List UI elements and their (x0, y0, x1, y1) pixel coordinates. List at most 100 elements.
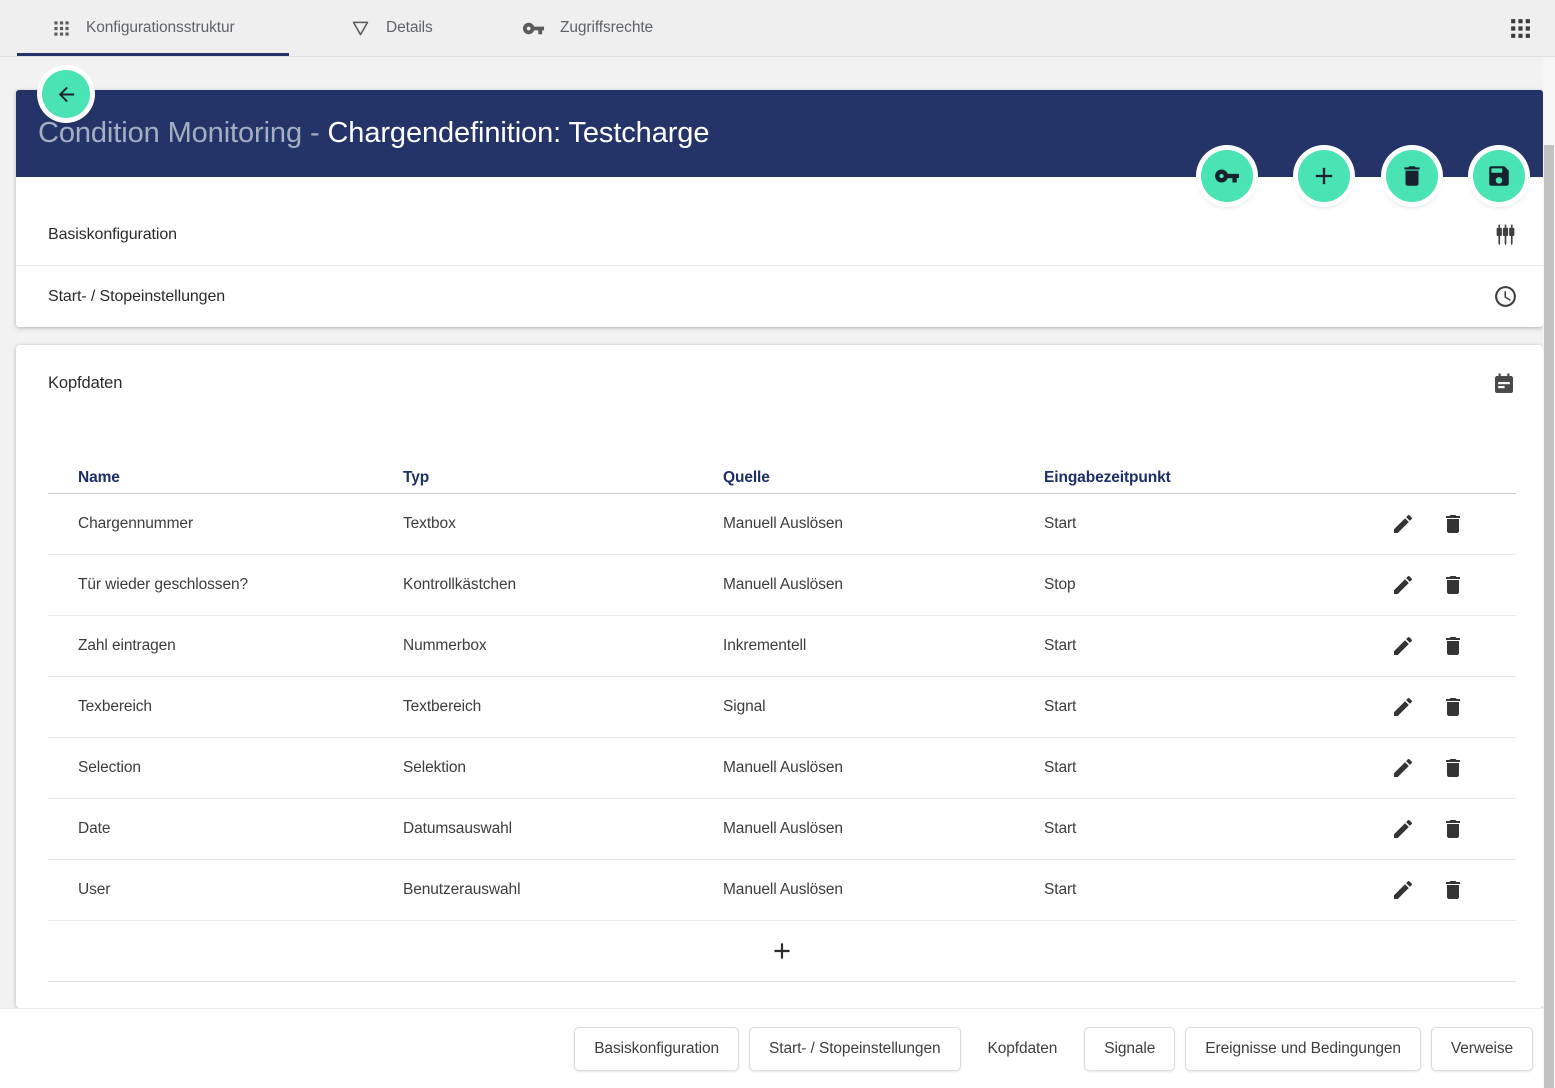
scrollbar-thumb[interactable] (1544, 145, 1554, 1088)
column-header-typ: Typ (403, 469, 723, 487)
section-basiskonfiguration[interactable]: Basiskonfiguration (16, 205, 1543, 266)
delete-row-button[interactable] (1441, 695, 1465, 719)
delete-row-button[interactable] (1441, 573, 1465, 597)
cell-eingabezeitpunkt: Start (1044, 820, 1344, 838)
cell-eingabezeitpunkt: Start (1044, 759, 1344, 777)
cell-typ: Textbox (403, 515, 723, 533)
cell-eingabezeitpunkt: Start (1044, 881, 1344, 899)
cell-name: Selection (48, 759, 403, 777)
column-header-name: Name (48, 469, 403, 487)
cell-quelle: Manuell Auslösen (723, 576, 1044, 594)
cell-name: Tür wieder geschlossen? (48, 576, 403, 594)
edit-row-button[interactable] (1391, 512, 1415, 536)
table-row: Tür wieder geschlossen? Kontrollkästchen… (48, 555, 1516, 616)
main-card: Condition Monitoring - Chargendefinition… (16, 90, 1543, 327)
section-label: Basiskonfiguration (48, 226, 177, 244)
pencil-icon (1391, 634, 1415, 658)
trash-icon (1441, 817, 1465, 841)
page-title: Chargendefinition: Testcharge (327, 117, 709, 150)
table-row: Date Datumsauswahl Manuell Auslösen Star… (48, 799, 1516, 860)
cell-typ: Nummerbox (403, 637, 723, 655)
bottom-nav-start-stopeinstellungen[interactable]: Start- / Stopeinstellungen (749, 1027, 960, 1071)
bottom-nav-basiskonfiguration[interactable]: Basiskonfiguration (574, 1027, 739, 1071)
save-icon (1486, 163, 1512, 189)
trash-icon (1441, 573, 1465, 597)
edit-row-button[interactable] (1391, 756, 1415, 780)
cell-quelle: Manuell Auslösen (723, 759, 1044, 777)
tab-label: Konfigurationsstruktur (86, 19, 235, 37)
cell-name: Texbereich (48, 698, 403, 716)
cell-eingabezeitpunkt: Start (1044, 698, 1344, 716)
table-row: Zahl eintragen Nummerbox Inkrementell St… (48, 616, 1516, 677)
delete-row-button[interactable] (1441, 634, 1465, 658)
delete-row-button[interactable] (1441, 817, 1465, 841)
vertical-scrollbar (1543, 57, 1555, 1088)
cell-name: Date (48, 820, 403, 838)
kopfdaten-card: Kopfdaten Name Typ Quelle Eingabezeitpun… (16, 345, 1543, 1008)
page-title-prefix: Condition Monitoring - (38, 117, 327, 150)
edit-row-button[interactable] (1391, 817, 1415, 841)
key-icon (1214, 163, 1240, 189)
tab-label: Zugriffsrechte (560, 19, 653, 37)
trash-icon (1441, 695, 1465, 719)
edit-row-button[interactable] (1391, 634, 1415, 658)
cell-name: Zahl eintragen (48, 637, 403, 655)
cell-eingabezeitpunkt: Start (1044, 637, 1344, 655)
tab-zugriffsrechte[interactable]: Zugriffsrechte (522, 0, 653, 56)
cell-quelle: Signal (723, 698, 1044, 716)
tab-details[interactable]: Details (350, 0, 433, 56)
cell-quelle: Inkrementell (723, 637, 1044, 655)
tab-konfigurationsstruktur[interactable]: Konfigurationsstruktur (52, 0, 235, 56)
edit-row-button[interactable] (1391, 573, 1415, 597)
pencil-icon (1391, 878, 1415, 902)
trash-icon (1441, 512, 1465, 536)
pencil-icon (1391, 817, 1415, 841)
active-tab-indicator (17, 53, 289, 56)
trash-icon (1441, 756, 1465, 780)
trash-icon (1399, 163, 1425, 189)
cell-typ: Kontrollkästchen (403, 576, 723, 594)
bottom-nav-kopfdaten[interactable]: Kopfdaten (971, 1027, 1075, 1071)
delete-row-button[interactable] (1441, 512, 1465, 536)
permissions-button[interactable] (1201, 150, 1253, 202)
cell-typ: Textbereich (403, 698, 723, 716)
sliders-icon (1493, 223, 1518, 248)
edit-row-button[interactable] (1391, 878, 1415, 902)
funnel-icon (350, 18, 371, 39)
tab-label: Details (386, 19, 433, 37)
column-header-eingabezeitpunkt: Eingabezeitpunkt (1044, 469, 1344, 487)
cell-eingabezeitpunkt: Stop (1044, 576, 1344, 594)
delete-row-button[interactable] (1441, 878, 1465, 902)
trash-icon (1441, 634, 1465, 658)
top-tab-bar: Konfigurationsstruktur Details Zugriffsr… (0, 0, 1555, 57)
bottom-bar: BasiskonfigurationStart- / Stopeinstellu… (0, 1008, 1555, 1088)
table-row: User Benutzerauswahl Manuell Auslösen St… (48, 860, 1516, 921)
cell-typ: Benutzerauswahl (403, 881, 723, 899)
delete-button[interactable] (1386, 150, 1438, 202)
bottom-nav-signale[interactable]: Signale (1084, 1027, 1175, 1071)
bottom-nav-verweise[interactable]: Verweise (1431, 1027, 1533, 1071)
trash-icon (1441, 878, 1465, 902)
key-icon (522, 17, 545, 40)
back-button[interactable] (42, 70, 90, 118)
cell-quelle: Manuell Auslösen (723, 881, 1044, 899)
cell-quelle: Manuell Auslösen (723, 820, 1044, 838)
table-row: Chargennummer Textbox Manuell Auslösen S… (48, 494, 1516, 555)
cell-quelle: Manuell Auslösen (723, 515, 1044, 533)
delete-row-button[interactable] (1441, 756, 1465, 780)
pencil-icon (1391, 695, 1415, 719)
bottom-nav-ereignisse-und-bedingungen[interactable]: Ereignisse und Bedingungen (1185, 1027, 1421, 1071)
apps-grid-icon[interactable] (1508, 16, 1533, 41)
kopfdaten-title: Kopfdaten (48, 374, 122, 393)
edit-row-button[interactable] (1391, 695, 1415, 719)
add-button[interactable] (1298, 150, 1350, 202)
section-label: Start- / Stopeinstellungen (48, 288, 225, 306)
section-start-stopeinstellungen[interactable]: Start- / Stopeinstellungen (16, 266, 1543, 327)
table-row: Selection Selektion Manuell Auslösen Sta… (48, 738, 1516, 799)
grid-icon (52, 19, 71, 38)
column-header-quelle: Quelle (723, 469, 1044, 487)
add-row-button[interactable] (48, 921, 1516, 982)
save-button[interactable] (1473, 150, 1525, 202)
kopfdaten-table: Name Typ Quelle Eingabezeitpunkt Chargen… (48, 463, 1516, 982)
cell-eingabezeitpunkt: Start (1044, 515, 1344, 533)
